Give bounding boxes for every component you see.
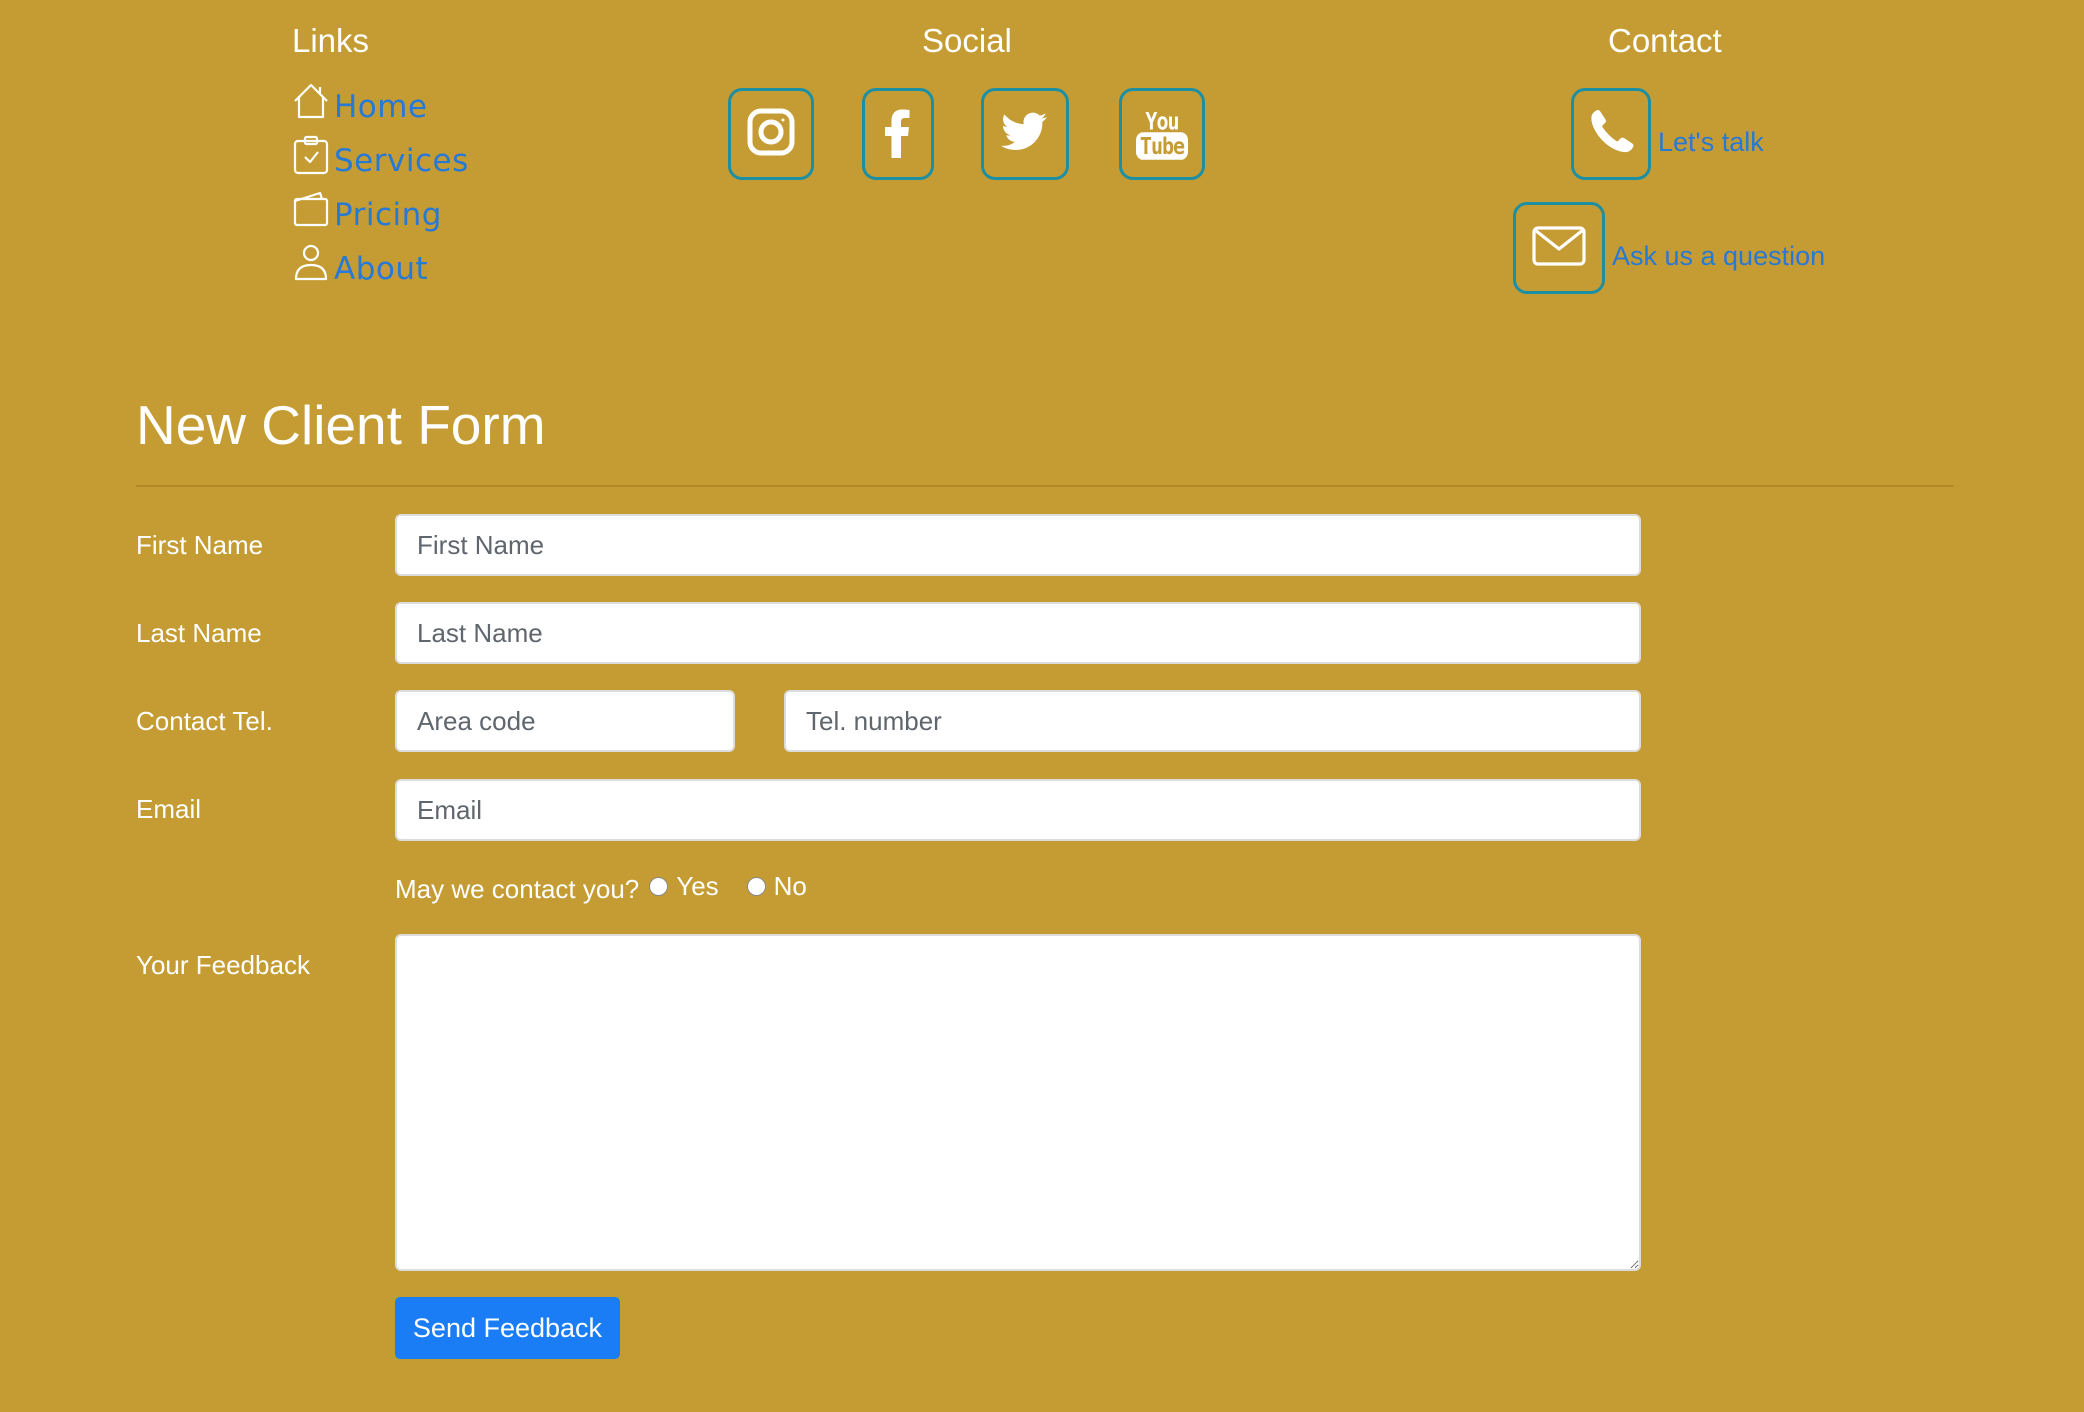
consent-yes-label: Yes [676, 871, 719, 901]
envelope-icon [1531, 218, 1587, 279]
facebook-button[interactable] [862, 88, 934, 180]
contact-consent-row: May we contact you? Yes No [395, 868, 807, 905]
social-heading: Social [922, 22, 1012, 59]
last-name-input[interactable] [395, 602, 1641, 664]
nav-link-pricing-label: Pricing [334, 197, 442, 233]
consent-yes-option[interactable]: Yes [649, 871, 719, 902]
consent-no-radio[interactable] [746, 877, 766, 896]
ask-question-link[interactable]: Ask us a question [1612, 241, 1825, 272]
house-icon [292, 81, 332, 125]
facebook-icon [872, 106, 924, 163]
youtube-logo-top: You [1145, 106, 1179, 135]
twitter-button[interactable] [981, 88, 1069, 180]
nav-link-services[interactable]: Services [292, 132, 469, 182]
nav-link-services-label: Services [334, 143, 469, 179]
instagram-icon [745, 106, 797, 163]
youtube-logo-bottom: Tube [1135, 131, 1189, 160]
email-label: Email [136, 794, 202, 824]
feedback-textarea[interactable] [395, 934, 1641, 1271]
consent-no-option[interactable]: No [746, 871, 807, 902]
contact-consent-question: May we contact you? [395, 874, 640, 904]
youtube-button[interactable]: You Tube [1119, 88, 1205, 180]
nav-link-about-label: About [334, 251, 429, 287]
contact-tel-label: Contact Tel. [136, 706, 273, 736]
nav-link-home-label: Home [334, 89, 428, 125]
area-code-input[interactable] [395, 690, 735, 752]
phone-icon [1583, 104, 1639, 165]
email-button[interactable] [1513, 202, 1605, 294]
feedback-label: Your Feedback [136, 950, 310, 980]
consent-no-label: No [773, 871, 807, 901]
nav-link-home[interactable]: Home [292, 78, 428, 128]
lets-talk-link[interactable]: Let's talk [1658, 127, 1764, 158]
email-input[interactable] [395, 779, 1641, 841]
first-name-input[interactable] [395, 514, 1641, 576]
send-feedback-button[interactable]: Send Feedback [395, 1297, 620, 1359]
twitter-icon [999, 106, 1051, 163]
last-name-label: Last Name [136, 618, 262, 648]
nav-link-pricing[interactable]: Pricing [292, 186, 442, 236]
consent-yes-radio[interactable] [649, 877, 669, 896]
phone-button[interactable] [1571, 88, 1651, 180]
wallet-icon [292, 189, 332, 233]
first-name-label: First Name [136, 530, 264, 560]
clipboard-check-icon [292, 135, 332, 179]
nav-link-about[interactable]: About [292, 240, 428, 290]
instagram-button[interactable] [728, 88, 814, 180]
youtube-icon: You Tube [1135, 106, 1189, 160]
links-heading: Links [292, 22, 370, 59]
tel-number-input[interactable] [784, 690, 1641, 752]
person-icon [292, 243, 332, 287]
contact-heading: Contact [1608, 22, 1722, 59]
form-divider [136, 485, 1954, 487]
form-title: New Client Form [136, 394, 546, 456]
